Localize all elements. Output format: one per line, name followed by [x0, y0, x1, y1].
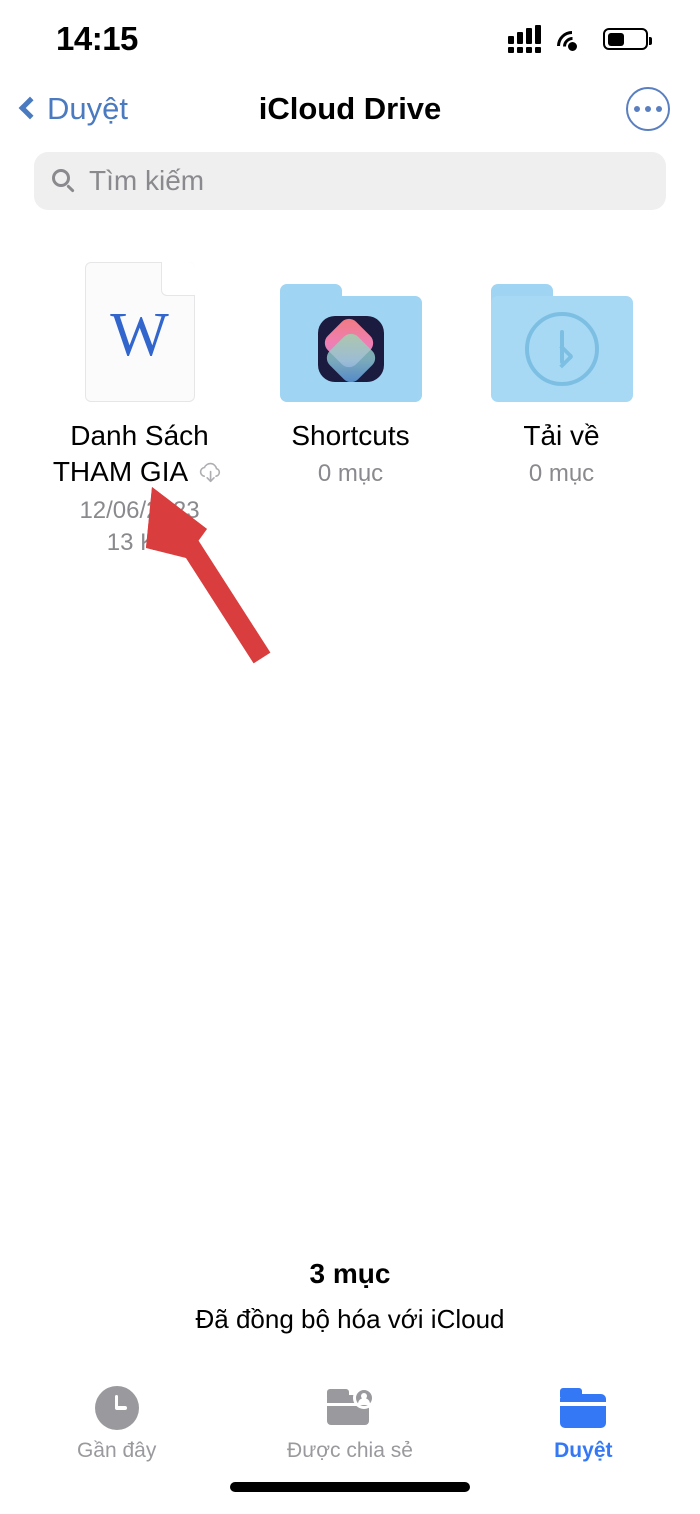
word-document-icon: W — [84, 262, 195, 402]
shared-folder-icon — [325, 1384, 375, 1432]
grid-item-document[interactable]: W Danh Sách THAM GIA 12/06/2023 13 KB — [34, 250, 245, 560]
item-name-line2-row: THAM GIA — [53, 454, 226, 490]
item-thumbnail: W — [84, 250, 195, 402]
grid-item-folder-shortcuts[interactable]: Shortcuts 0 mục — [245, 250, 456, 491]
tab-shared[interactable]: Được chia sẻ — [233, 1384, 466, 1463]
status-bar: 14:15 — [0, 0, 700, 74]
search-icon — [52, 169, 76, 193]
grid-item-folder-downloads[interactable]: Tải về 0 mục — [456, 250, 667, 491]
more-options-button[interactable] — [626, 87, 670, 131]
navigation-bar: Duyệt iCloud Drive — [0, 78, 700, 140]
tab-browse-label: Duyệt — [554, 1439, 613, 1462]
item-metadata: 0 mục — [317, 460, 384, 488]
item-count: 3 mục — [309, 1258, 391, 1289]
item-name-line2: THAM GIA — [52, 456, 189, 488]
item-thumbnail — [279, 250, 422, 402]
wifi-icon — [550, 24, 594, 68]
file-grid: W Danh Sách THAM GIA 12/06/2023 13 KB Sh… — [0, 250, 700, 560]
page-title: iCloud Drive — [258, 91, 442, 126]
folder-shortcuts-icon — [279, 284, 422, 402]
tab-shared-label: Được chia sẻ — [287, 1439, 413, 1462]
folder-icon — [560, 1384, 607, 1432]
clock-icon — [94, 1384, 139, 1432]
tab-bar: Gần đây Được chia sẻ Duyệt — [0, 1372, 700, 1514]
item-metadata: 0 mục — [528, 460, 595, 488]
home-indicator — [230, 1482, 470, 1492]
tab-recents[interactable]: Gần đây — [0, 1384, 233, 1463]
item-name-line1: Danh Sách — [70, 420, 209, 451]
item-size: 13 KB — [106, 529, 173, 557]
tab-browse[interactable]: Duyệt — [467, 1384, 700, 1463]
item-name: Tải về — [523, 420, 600, 451]
item-name: Shortcuts — [291, 420, 410, 451]
ellipsis-dot — [645, 106, 651, 112]
status-indicators — [508, 24, 652, 68]
item-thumbnail — [490, 250, 633, 402]
folder-status-footer: 3 mục Đã đồng bộ hóa với iCloud — [0, 1258, 700, 1335]
download-arrow-icon — [524, 312, 599, 386]
cellular-signal-icon — [508, 25, 541, 53]
ellipsis-dot — [634, 106, 640, 112]
battery-icon — [603, 28, 652, 50]
search-placeholder: Tìm kiếm — [89, 165, 205, 196]
search-field[interactable]: Tìm kiếm — [34, 152, 666, 210]
item-name: Danh Sách THAM GIA — [53, 418, 226, 491]
item-metadata: 12/06/2023 13 KB — [79, 495, 199, 560]
shortcuts-app-glyph — [317, 316, 384, 382]
status-time: 14:15 — [56, 20, 138, 57]
document-glyph: W — [110, 301, 169, 369]
icloud-download-icon — [196, 461, 226, 485]
tab-recents-label: Gần đây — [76, 1439, 157, 1462]
iphone-files-app-screen: 14:15 Duyệt iCloud Drive Tìm kiếm W Danh… — [0, 0, 700, 1514]
folder-downloads-icon — [490, 284, 633, 402]
sync-status: Đã đồng bộ hóa với iCloud — [195, 1304, 505, 1334]
ellipsis-dot — [656, 106, 662, 112]
item-date: 12/06/2023 — [79, 496, 200, 524]
